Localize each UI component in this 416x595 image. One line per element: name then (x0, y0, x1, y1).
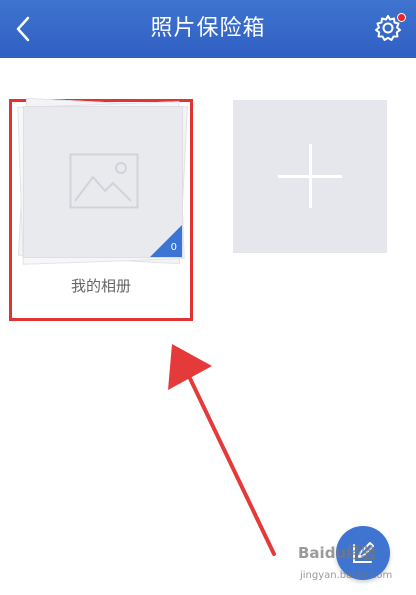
edit-icon (353, 542, 374, 563)
photo-count-badge (150, 225, 182, 257)
page-title: 照片保险箱 (150, 16, 266, 41)
add-album-button[interactable] (233, 100, 387, 253)
photo-count: 0 (170, 242, 177, 253)
image-placeholder-icon (69, 153, 139, 209)
app-header: 照片保险箱 (0, 0, 416, 58)
album-name: 我的相册 (70, 277, 131, 295)
album-cover: 0 (23, 106, 183, 258)
album-card-my-album[interactable]: 0 我的相册 (9, 97, 193, 321)
notification-dot (397, 13, 406, 22)
plus-icon-bar (278, 175, 342, 178)
annotation-arrow (168, 344, 276, 556)
edit-fab-button[interactable] (336, 526, 390, 580)
